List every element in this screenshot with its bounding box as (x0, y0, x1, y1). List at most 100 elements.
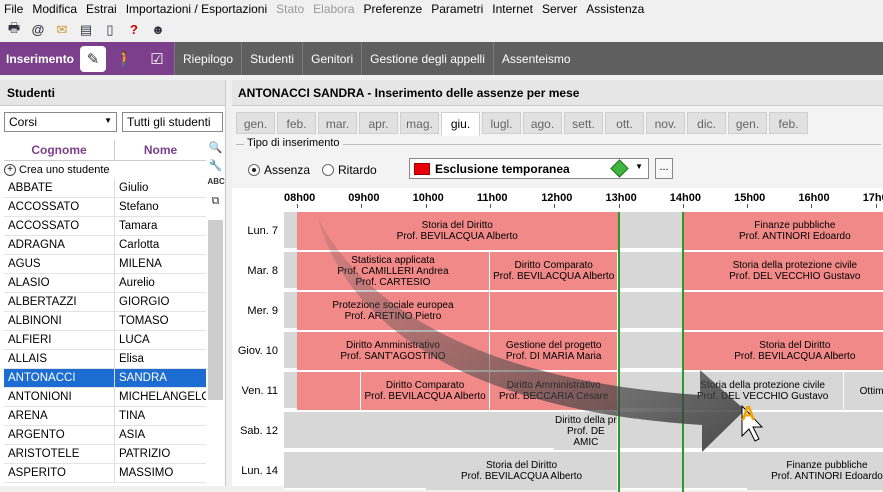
student-row[interactable]: ARGENTO ASIA (4, 426, 206, 445)
tab-month[interactable]: gen. (236, 112, 275, 134)
lesson-block[interactable]: Gestione del progetto Prof. DI MARIA Mari… (489, 332, 619, 370)
lesson-block[interactable]: Storia della protezione civile Prof. DEL … (682, 252, 883, 290)
more-options-button[interactable]: ... (655, 158, 673, 179)
absence-block[interactable] (297, 372, 362, 410)
tab-month[interactable]: giu. (441, 112, 480, 136)
lesson-block[interactable]: Diritto Amministrativo Prof. BECCARIA Ces… (489, 372, 619, 410)
checklist-icon[interactable]: ☑ (144, 46, 170, 72)
tab-month[interactable]: lugl. (482, 112, 521, 134)
lesson-block[interactable]: Finanze pubbliche Prof. ANTINORI Edoardo (747, 452, 883, 490)
lesson-block[interactable]: Storia della protezione civile Prof. DEL … (682, 372, 844, 410)
lesson-block[interactable]: Storia del Diritto Prof. BEVILACQUA Alber… (425, 452, 619, 490)
wrench-icon[interactable]: 🔧 (208, 159, 224, 174)
tab-month[interactable]: mar. (318, 112, 357, 134)
copy-icon[interactable]: ⧉ (208, 195, 224, 210)
radio-delay[interactable]: Ritardo (322, 163, 377, 177)
tab-genitori[interactable]: Genitori (302, 42, 361, 75)
lesson-block[interactable]: Finanze pubbliche Prof. ANTINORI Edoardo (682, 212, 883, 250)
student-row[interactable]: ARISTOTELE PATRIZIO (4, 445, 206, 464)
menu-assistenza[interactable]: Assistenza (586, 2, 644, 16)
menu-file[interactable]: File (4, 2, 23, 16)
print-icon[interactable]: 🖶 (6, 20, 22, 38)
help-key-icon[interactable]: ? (126, 22, 142, 38)
menu-internet[interactable]: Internet (492, 2, 533, 16)
lesson-block[interactable]: Diritto Comparato Prof. BEVILACQUA Albert… (361, 372, 490, 410)
menu-elabora[interactable]: Elabora (313, 2, 354, 16)
search-icon[interactable]: 🔍 (208, 141, 224, 156)
pen-edit-icon[interactable]: ✎ (80, 45, 107, 72)
lesson-block[interactable]: Storia del Diritto Prof. BEVILACQUA Alber… (682, 332, 883, 370)
tab-month[interactable]: gen. (728, 112, 767, 134)
student-row[interactable]: ALFIERI LUCA (4, 331, 206, 350)
tab-month[interactable]: mag. (400, 112, 439, 134)
envelope-icon[interactable]: ✉ (54, 22, 70, 38)
tab-month[interactable]: apr. (359, 112, 398, 134)
tab-month[interactable]: dic. (687, 112, 726, 134)
hour-tick (361, 204, 363, 208)
day-label: Lun. 14 (241, 465, 278, 477)
tab-month[interactable]: ago. (523, 112, 562, 134)
tab-month[interactable]: feb. (277, 112, 316, 134)
nav-inserimento[interactable]: Inserimento ✎ 🚶 ☑ (0, 42, 175, 75)
student-row[interactable]: ACCOSSATO Tamara (4, 217, 206, 236)
courses-select[interactable]: Corsi (4, 112, 117, 132)
absence-block[interactable] (489, 292, 619, 330)
student-row[interactable]: ANTONACCI SANDRA (4, 369, 206, 388)
student-row[interactable]: ARENA TINA (4, 407, 206, 426)
lesson-block[interactable]: Diritto della pr Prof. DE AMIC (554, 412, 619, 450)
abc-sort-icon[interactable]: ABC (208, 177, 225, 192)
student-row[interactable]: ALBINONI TOMASO (4, 312, 206, 331)
walking-person-icon[interactable]: 🚶 (112, 46, 138, 72)
student-row[interactable]: ACCOSSATO Stefano (4, 198, 206, 217)
menu-importazioni[interactable]: Importazioni / Esportazioni (126, 2, 267, 16)
absence-type-select[interactable]: Esclusione temporanea ▼ (409, 158, 649, 179)
create-student-button[interactable]: + Crea uno studente (4, 161, 206, 178)
student-row[interactable]: ADRAGNA Carlotta (4, 236, 206, 255)
student-row[interactable]: ASPERITO MASSIMO (4, 464, 206, 483)
surname-column-header[interactable]: Cognome (4, 140, 115, 160)
lesson-teacher: Prof. BEVILACQUA Alberto (396, 231, 518, 242)
scrollbar[interactable] (208, 220, 223, 400)
chevron-down-icon: ▼ (635, 162, 643, 171)
tab-month[interactable]: sett. (564, 112, 603, 134)
tab-gestione-appelli[interactable]: Gestione degli appelli (361, 42, 493, 75)
tab-riepilogo[interactable]: Riepilogo (174, 42, 241, 75)
document-icon[interactable]: ▤ (78, 22, 94, 38)
lesson-block[interactable]: Diritto Comparato Prof. BEVILACQUA Albert… (489, 252, 619, 290)
users-icon[interactable]: ☻ (150, 22, 166, 38)
lesson-block[interactable]: Ottimiz (843, 372, 883, 410)
tab-month[interactable]: feb. (769, 112, 808, 134)
lesson-teacher: Prof. DEL VECCHIO Gustavo (697, 391, 829, 402)
student-row[interactable]: ALASIO Aurelio (4, 274, 206, 293)
lesson-block[interactable]: Storia del Diritto Prof. BEVILACQUA Alber… (297, 212, 619, 250)
hour-tick (297, 204, 298, 208)
lesson-teacher: Prof. BEVILACQUA Alberto (734, 351, 856, 362)
student-row[interactable]: ALLAIS Elisa (4, 350, 206, 369)
students-filter-input[interactable]: Tutti gli studenti (122, 112, 223, 132)
tab-assenteismo[interactable]: Assenteismo (492, 42, 579, 75)
name-column-header[interactable]: Nome (115, 140, 206, 160)
tab-month[interactable]: nov. (646, 112, 685, 134)
tab-studenti[interactable]: Studenti (241, 42, 302, 75)
student-row[interactable]: ALBERTAZZI GIORGIO (4, 293, 206, 312)
menu-estrai[interactable]: Estrai (86, 2, 117, 16)
tab-month[interactable]: ott. (605, 112, 644, 134)
lesson-block[interactable]: Protezione sociale europea Prof. ARETINO … (297, 292, 490, 330)
student-row[interactable]: AGUS MILENA (4, 255, 206, 274)
hour-tick (618, 204, 620, 208)
schedule-grid: 08h00 09h00 10h00 11h00 12h00 13h00 14h00 15h00… (232, 188, 883, 492)
menu-modifica[interactable]: Modifica (32, 2, 77, 16)
menu-preferenze[interactable]: Preferenze (364, 2, 423, 16)
lesson-block[interactable]: Statistica applicata Prof. CAMILLERI Andr… (297, 252, 490, 290)
lesson-block[interactable]: Diritto Amministrativo Prof. SANT'AGOSTIN… (297, 332, 490, 370)
menu-server[interactable]: Server (542, 2, 577, 16)
menu-stato[interactable]: Stato (276, 2, 304, 16)
menu-parametri[interactable]: Parametri (431, 2, 483, 16)
email-at-icon[interactable]: @ (30, 22, 46, 38)
phone-icon[interactable]: ▯ (102, 22, 118, 38)
absence-block[interactable] (682, 292, 883, 330)
hour-tick (425, 204, 427, 208)
radio-absence[interactable]: Assenza (248, 163, 310, 177)
student-row[interactable]: ANTONIONI MICHELANGELO (4, 388, 206, 407)
student-row[interactable]: ABBATE Giulio (4, 179, 206, 198)
